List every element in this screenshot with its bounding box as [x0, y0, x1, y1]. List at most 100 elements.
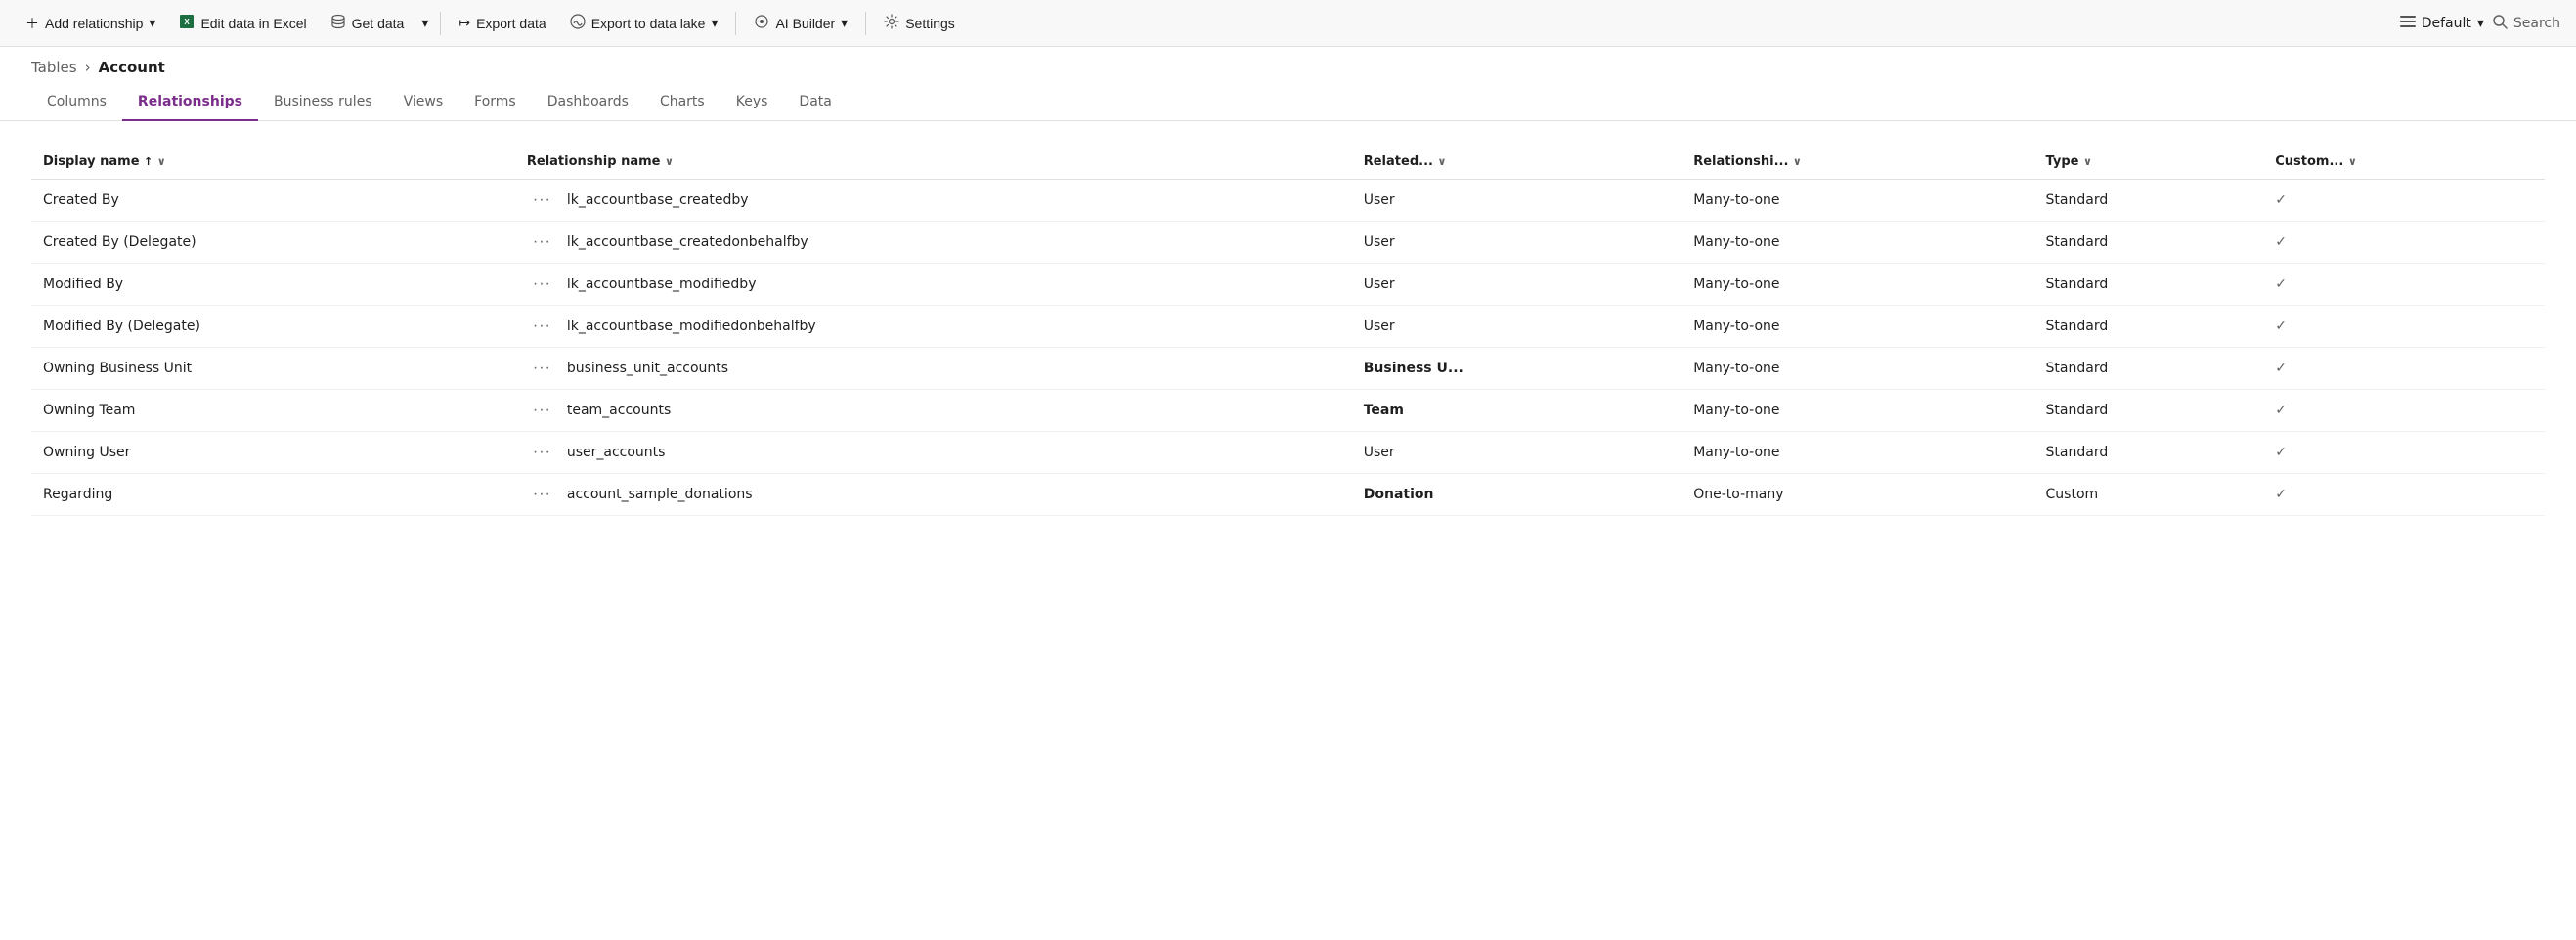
custom-check-icon: ✓: [2275, 235, 2287, 250]
cell-display-name-5: Owning Team: [31, 390, 515, 432]
cell-display-name-3: Modified By (Delegate): [31, 306, 515, 348]
settings-button[interactable]: Settings: [874, 8, 965, 38]
display-name-text: Modified By (Delegate): [43, 319, 200, 334]
cell-display-name-4: Owning Business Unit: [31, 348, 515, 390]
main-content: Display name ↑ ∨Relationship name ∨Relat…: [0, 121, 2576, 539]
col-filter-icon: ∨: [665, 155, 674, 168]
display-name-text: Owning User: [43, 445, 130, 460]
col-header-relationship-type[interactable]: Relationshi... ∨: [1681, 145, 2033, 180]
display-name-text: Created By (Delegate): [43, 235, 196, 250]
relationship-name-text: lk_accountbase_createdby: [567, 192, 749, 208]
cell-relationship-name-2: ··· lk_accountbase_modifiedby: [515, 264, 1352, 306]
get-data-dropdown-button[interactable]: ▾: [417, 9, 432, 37]
cell-relationship-type-7: One-to-many: [1681, 474, 2033, 516]
get-data-label: Get data: [352, 16, 405, 31]
tab-columns[interactable]: Columns: [31, 84, 122, 121]
row-menu-button-7[interactable]: ···: [527, 484, 557, 505]
type-text: Custom: [2046, 487, 2099, 502]
edit-excel-label: Edit data in Excel: [200, 16, 306, 31]
row-menu-button-6[interactable]: ···: [527, 442, 557, 463]
search-label: Search: [2513, 16, 2560, 31]
col-header-relationship-name[interactable]: Relationship name ∨: [515, 145, 1352, 180]
breadcrumb: Tables › Account: [0, 47, 2576, 76]
cell-custom-4: ✓: [2263, 348, 2545, 390]
display-name-text: Regarding: [43, 487, 112, 502]
custom-check-icon: ✓: [2275, 192, 2287, 208]
row-menu-button-1[interactable]: ···: [527, 232, 557, 253]
display-name-text: Owning Business Unit: [43, 361, 192, 376]
display-name-text: Modified By: [43, 277, 123, 292]
tab-forms[interactable]: Forms: [458, 84, 532, 121]
cell-relationship-type-3: Many-to-one: [1681, 306, 2033, 348]
col-header-type[interactable]: Type ∨: [2034, 145, 2264, 180]
row-menu-button-3[interactable]: ···: [527, 316, 557, 337]
get-data-button[interactable]: Get data: [321, 8, 415, 38]
relationship-type-text: Many-to-one: [1693, 192, 1779, 208]
separator-2: [735, 12, 736, 35]
related-text: User: [1364, 192, 1395, 208]
cell-custom-7: ✓: [2263, 474, 2545, 516]
tab-keys[interactable]: Keys: [720, 84, 784, 121]
get-data-dropdown-icon: ▾: [421, 15, 428, 31]
cell-type-5: Standard: [2034, 390, 2264, 432]
tab-data[interactable]: Data: [783, 84, 847, 121]
relationship-type-text: One-to-many: [1693, 487, 1783, 502]
breadcrumb-current: Account: [99, 59, 165, 76]
display-name-text: Created By: [43, 192, 119, 208]
default-view-selector[interactable]: Default ▾: [2400, 16, 2484, 31]
col-header-custom[interactable]: Custom... ∨: [2263, 145, 2545, 180]
cell-custom-0: ✓: [2263, 180, 2545, 222]
toolbar: ＋ Add relationship ▾ X Edit data in Exce…: [0, 0, 2576, 47]
cell-display-name-2: Modified By: [31, 264, 515, 306]
add-relationship-button[interactable]: ＋ Add relationship ▾: [16, 8, 165, 39]
cell-relationship-name-5: ··· team_accounts: [515, 390, 1352, 432]
default-chevron: ▾: [2477, 16, 2484, 31]
tab-views[interactable]: Views: [388, 84, 459, 121]
export-lake-icon: [570, 14, 586, 32]
cell-related-0: User: [1352, 180, 1681, 222]
export-data-button[interactable]: ↦ Export data: [449, 9, 555, 37]
tab-charts[interactable]: Charts: [644, 84, 720, 121]
relationship-name-text: user_accounts: [567, 445, 666, 460]
custom-check-icon: ✓: [2275, 403, 2287, 418]
cell-related-3: User: [1352, 306, 1681, 348]
custom-check-icon: ✓: [2275, 487, 2287, 502]
edit-excel-button[interactable]: X Edit data in Excel: [169, 8, 316, 38]
related-text: User: [1364, 445, 1395, 460]
col-filter-icon: ∨: [2348, 155, 2357, 168]
col-header-related[interactable]: Related... ∨: [1352, 145, 1681, 180]
ai-builder-button[interactable]: AI Builder ▾: [744, 8, 857, 38]
export-lake-chevron: ▾: [711, 15, 718, 31]
breadcrumb-parent[interactable]: Tables: [31, 59, 77, 76]
row-menu-button-0[interactable]: ···: [527, 190, 557, 211]
sort-asc-icon: ↑: [144, 155, 153, 168]
default-label: Default: [2422, 16, 2471, 31]
row-menu-button-2[interactable]: ···: [527, 274, 557, 295]
cell-type-6: Standard: [2034, 432, 2264, 474]
relationship-name-text: lk_accountbase_createdonbehalfby: [567, 235, 808, 250]
row-menu-button-4[interactable]: ···: [527, 358, 557, 379]
cell-related-5: Team: [1352, 390, 1681, 432]
relationship-type-text: Many-to-one: [1693, 235, 1779, 250]
relationship-name-text: team_accounts: [567, 403, 671, 418]
export-lake-button[interactable]: Export to data lake ▾: [560, 8, 728, 38]
tab-dashboards[interactable]: Dashboards: [532, 84, 644, 121]
default-lines-icon: [2400, 16, 2416, 31]
cell-custom-1: ✓: [2263, 222, 2545, 264]
cell-display-name-1: Created By (Delegate): [31, 222, 515, 264]
tab-relationships[interactable]: Relationships: [122, 84, 258, 121]
cell-relationship-type-5: Many-to-one: [1681, 390, 2033, 432]
relationship-type-text: Many-to-one: [1693, 361, 1779, 376]
tab-business-rules[interactable]: Business rules: [258, 84, 388, 121]
search-trigger[interactable]: Search: [2492, 14, 2560, 33]
cell-custom-5: ✓: [2263, 390, 2545, 432]
separator-1: [440, 12, 441, 35]
relationship-name-text: account_sample_donations: [567, 487, 753, 502]
cell-display-name-6: Owning User: [31, 432, 515, 474]
type-text: Standard: [2046, 277, 2109, 292]
col-filter-icon: ∨: [1437, 155, 1446, 168]
col-header-display-name[interactable]: Display name ↑ ∨: [31, 145, 515, 180]
row-menu-button-5[interactable]: ···: [527, 400, 557, 421]
ai-builder-chevron: ▾: [841, 15, 848, 31]
search-icon: [2492, 14, 2508, 33]
